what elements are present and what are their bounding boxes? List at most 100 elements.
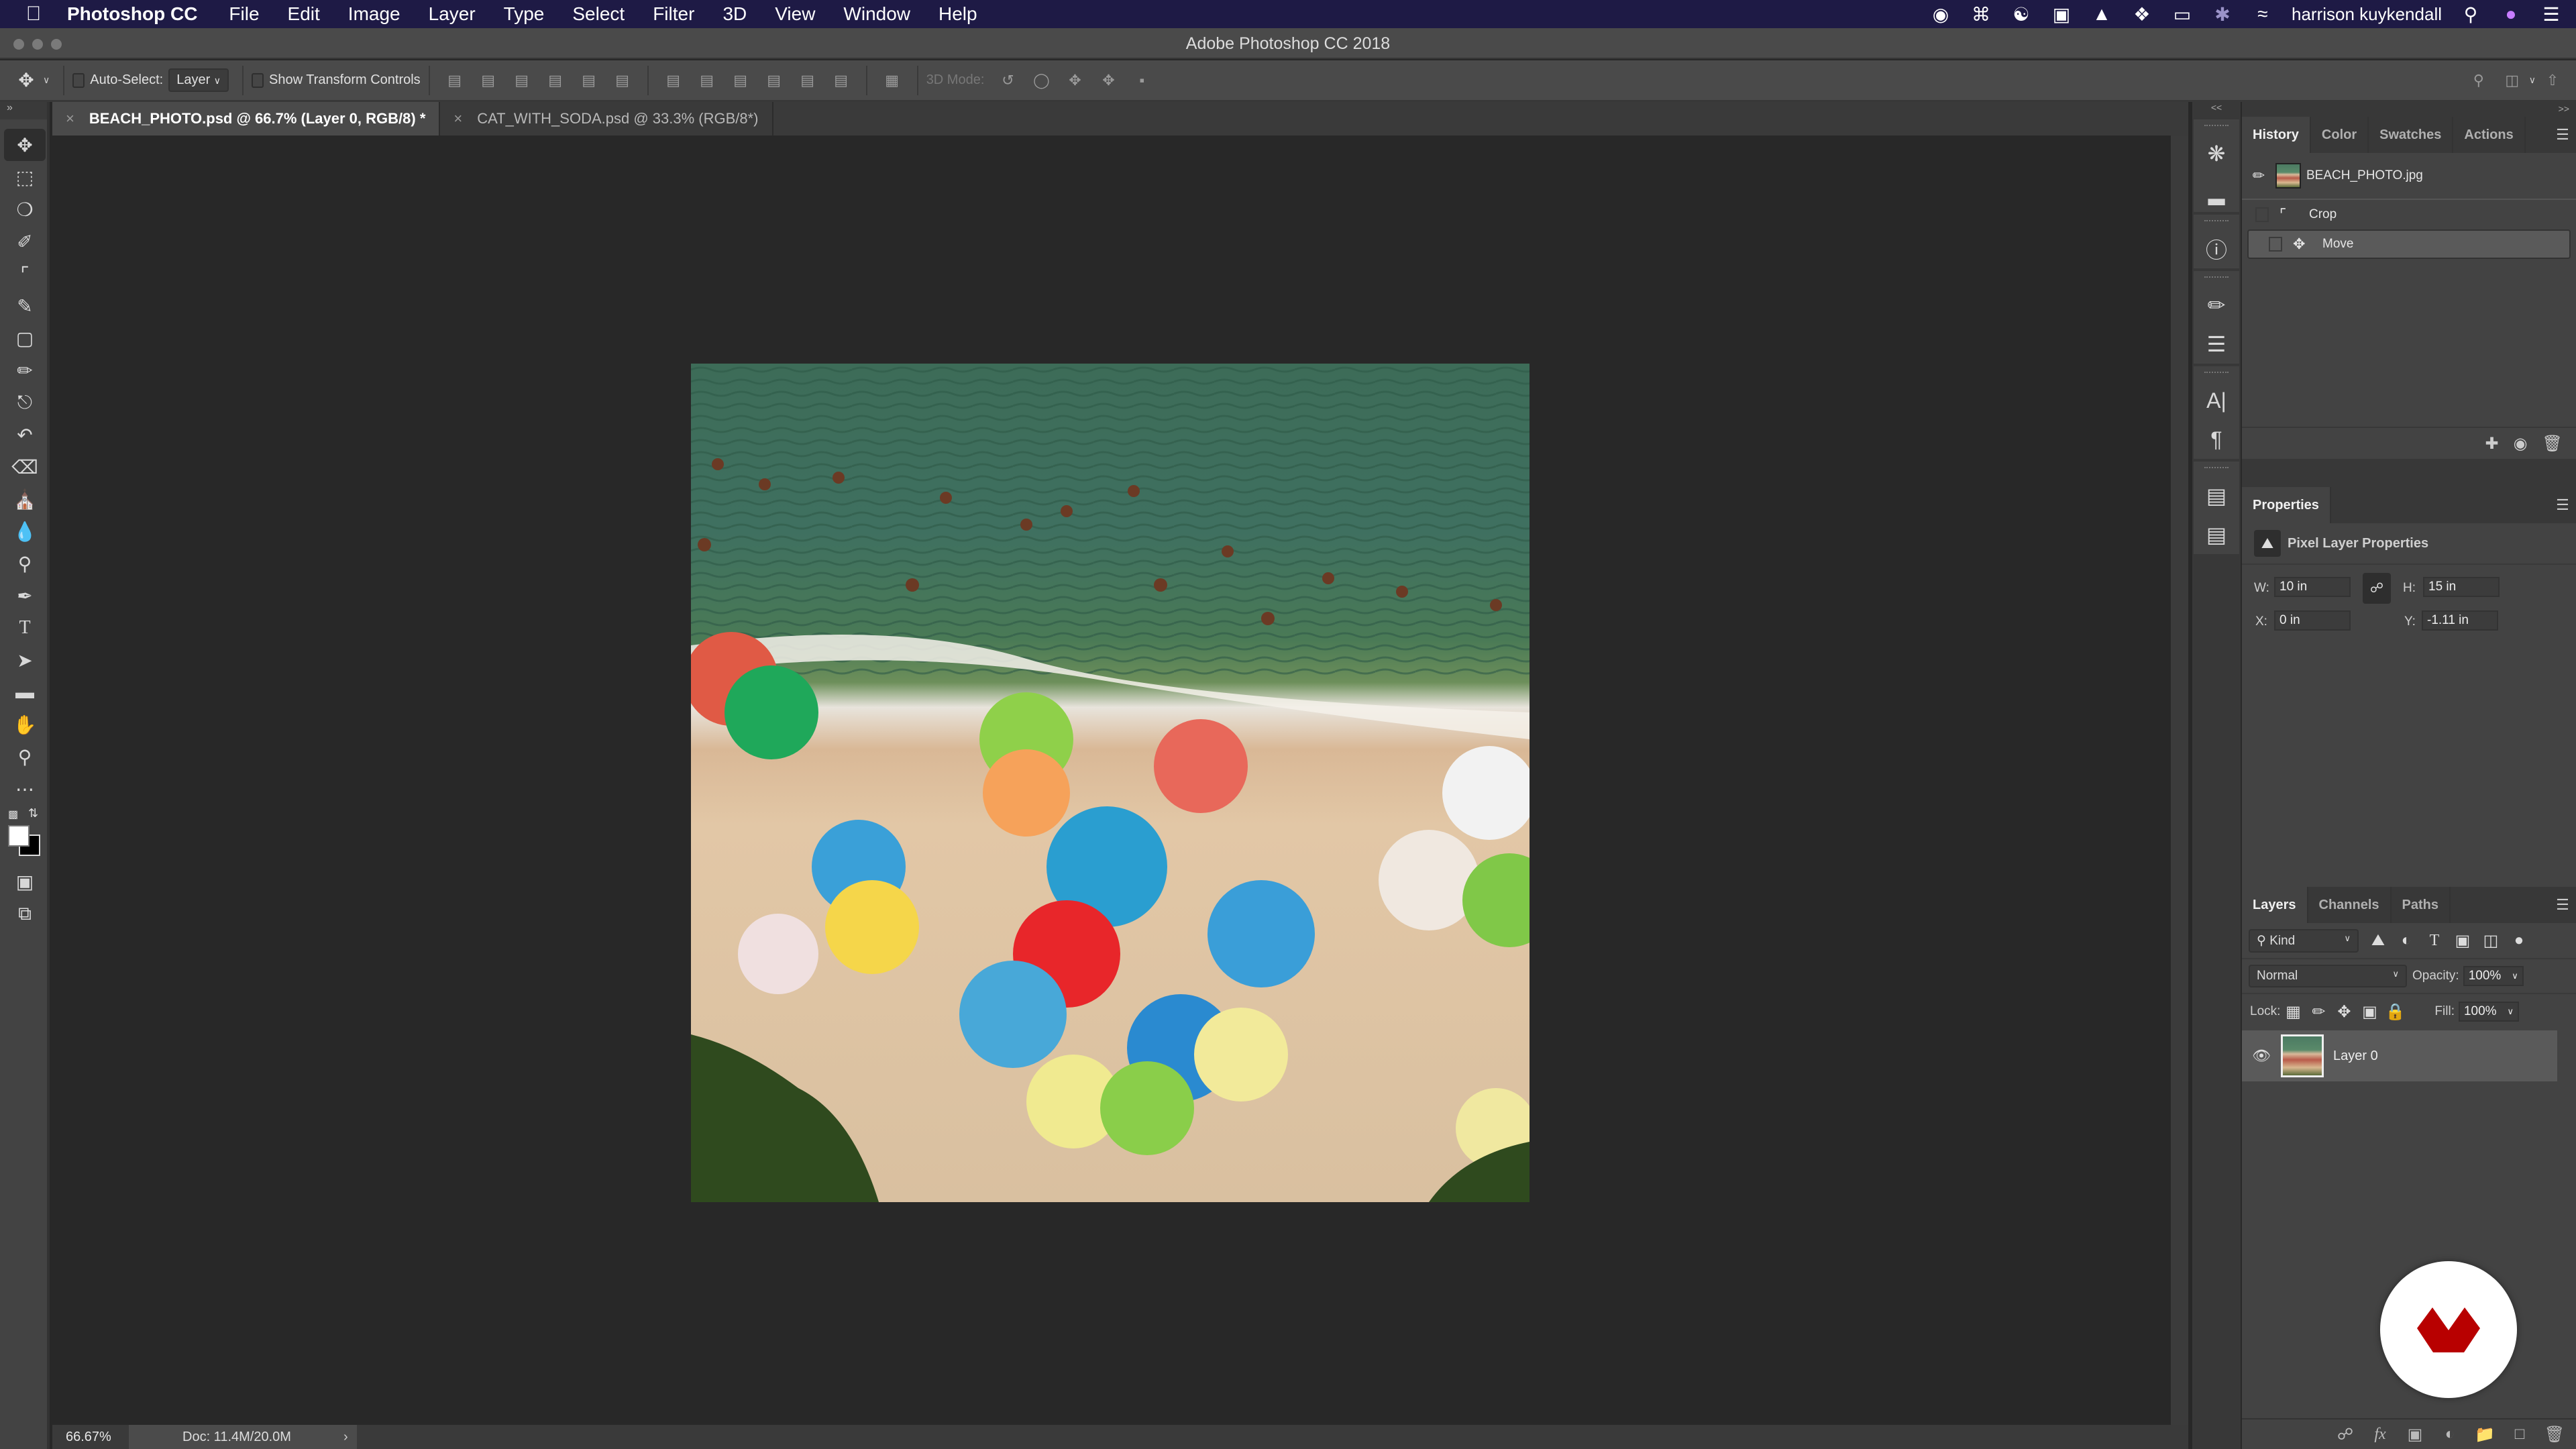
delete-state-icon[interactable]: 🗑 [2542, 434, 2563, 453]
tab-actions[interactable]: Actions [2453, 117, 2526, 153]
record-icon[interactable]: ◉ [1929, 3, 1952, 25]
rectangle-tool[interactable]: ▬ [4, 676, 46, 708]
wifi-icon[interactable]: ≈ [2251, 3, 2274, 25]
grip-handle[interactable] [2204, 276, 2229, 282]
lock-position-icon[interactable]: ✥ [2331, 1002, 2357, 1022]
align-vertical-centers-icon[interactable]: ▤ [472, 72, 505, 89]
airplay-icon[interactable]: ▭ [2171, 3, 2194, 25]
close-tab-icon[interactable]: × [453, 110, 462, 127]
default-colors-icon[interactable]: ▩ [8, 808, 18, 821]
swap-colors-icon[interactable]: ⇅ [28, 806, 38, 820]
menu-image[interactable]: Image [334, 3, 415, 25]
distribute-horizontal-centers-icon[interactable]: ▤ [791, 72, 824, 89]
status-menu-arrow[interactable]: › [343, 1430, 348, 1445]
brush-presets-icon[interactable]: ✏ [2194, 286, 2239, 325]
display-icon[interactable]: ▣ [2050, 3, 2073, 25]
auto-select-dropdown[interactable]: Layer ∨ [168, 68, 229, 92]
blur-tool[interactable]: 💧 [4, 515, 46, 547]
link-dimensions-icon[interactable]: ☍ [2363, 573, 2391, 604]
type-tool[interactable]: T [4, 612, 46, 644]
align-horizontal-centers-icon[interactable]: ▤ [572, 72, 606, 89]
hand-tool[interactable]: ✋ [4, 708, 46, 741]
new-snapshot-icon[interactable]: ◉ [2514, 434, 2528, 453]
dodge-tool[interactable]: ⚲ [4, 547, 46, 580]
panel-menu-icon[interactable]: ☰ [2549, 887, 2576, 923]
history-snapshot[interactable]: ✏ BEACH_PHOTO.jpg [2242, 153, 2576, 200]
filter-kind-dropdown[interactable]: ⚲ Kind ∨ [2249, 928, 2359, 953]
delete-layer-icon[interactable]: 🗑 [2537, 1425, 2572, 1444]
menu-app-name[interactable]: Photoshop CC [67, 3, 215, 25]
creative-cloud-icon[interactable]: ☯ [2010, 3, 2033, 25]
tab-color[interactable]: Color [2311, 117, 2369, 153]
foreground-color-swatch[interactable] [8, 825, 30, 847]
canvas-scrollbar[interactable] [2171, 136, 2188, 1425]
filter-smart-objects-icon[interactable]: ◫ [2477, 931, 2505, 951]
paragraph-icon[interactable]: ¶ [2194, 420, 2239, 459]
clone-stamp-tool[interactable]: ⎋ [4, 386, 46, 419]
filter-toggle-switch[interactable]: ● [2505, 931, 2533, 950]
apple-icon[interactable]:  [0, 3, 67, 25]
distribute-top-icon[interactable]: ▤ [657, 72, 690, 89]
menu-3d[interactable]: 3D [708, 3, 761, 25]
eyedropper-tool[interactable]: ✎ [4, 290, 46, 322]
history-state-crop[interactable]: ⌜ Crop [2242, 200, 2576, 229]
distribute-right-icon[interactable]: ▤ [824, 72, 858, 89]
visibility-eye-icon[interactable]: 👁 [2242, 1047, 2281, 1065]
spotlight-search-icon[interactable]: ⚲ [2459, 3, 2482, 25]
filter-type-layers-icon[interactable]: T [2420, 932, 2449, 950]
grip-handle[interactable] [2204, 220, 2229, 225]
lasso-tool[interactable]: ❍ [4, 193, 46, 225]
edit-toolbar-button[interactable]: ⋯ [4, 773, 46, 805]
link-layers-icon[interactable]: ☍ [2328, 1425, 2363, 1444]
layer-row-layer-0[interactable]: 👁 Layer 0 [2242, 1030, 2557, 1081]
menu-layer[interactable]: Layer [415, 3, 490, 25]
menu-type[interactable]: Type [490, 3, 559, 25]
minimize-window-button[interactable] [32, 39, 43, 50]
add-mask-icon[interactable]: ▣ [2398, 1425, 2432, 1444]
scale-3d-icon[interactable]: ▪ [1125, 72, 1159, 89]
blend-mode-dropdown[interactable]: Normal ∨ [2249, 965, 2407, 987]
lock-image-pixels-icon[interactable]: ✏ [2306, 1002, 2331, 1022]
filter-shape-layers-icon[interactable]: ▣ [2449, 931, 2477, 951]
roll-3d-icon[interactable]: ◯ [1024, 72, 1058, 89]
x-input[interactable]: 0 in [2274, 610, 2351, 631]
orbit-3d-icon[interactable]: ↺ [991, 72, 1024, 89]
close-tab-icon[interactable]: × [66, 110, 74, 127]
opacity-input[interactable]: 100% ∨ [2463, 966, 2524, 986]
tab-beach-photo[interactable]: × BEACH_PHOTO.psd @ 66.7% (Layer 0, RGB/… [52, 102, 441, 136]
quick-selection-tool[interactable]: ✐ [4, 225, 46, 258]
history-brush-tool[interactable]: ↶ [4, 419, 46, 451]
distribute-vertical-centers-icon[interactable]: ▤ [690, 72, 724, 89]
brush-tool[interactable]: ✏ [4, 354, 46, 386]
path-selection-tool[interactable]: ➤ [4, 644, 46, 676]
history-source-checkbox[interactable] [2255, 207, 2269, 222]
search-icon[interactable]: ⚲ [2462, 72, 2496, 89]
distribute-left-icon[interactable]: ▤ [757, 72, 791, 89]
close-window-button[interactable] [13, 39, 24, 50]
screen-mode-icon[interactable]: ⧉ [4, 898, 46, 930]
menu-edit[interactable]: Edit [274, 3, 334, 25]
brush-settings-icon[interactable]: ☰ [2194, 325, 2239, 364]
bluetooth-icon[interactable]: ✱ [2211, 3, 2234, 25]
chevron-down-icon[interactable]: ∨ [2529, 74, 2536, 86]
menu-filter[interactable]: Filter [639, 3, 708, 25]
tab-swatches[interactable]: Swatches [2369, 117, 2454, 153]
filter-pixel-layers-icon[interactable]: ⛰ [2364, 931, 2392, 950]
show-transform-controls-checkbox[interactable] [252, 72, 264, 88]
menu-help[interactable]: Help [924, 3, 991, 25]
collapse-panels-button[interactable]: >> [2559, 103, 2569, 114]
user-name[interactable]: harrison kuykendall [2292, 4, 2442, 25]
tab-properties[interactable]: Properties [2242, 487, 2331, 523]
lock-all-icon[interactable]: 🔒 [2382, 1002, 2408, 1022]
zoom-tool[interactable]: ⚲ [4, 741, 46, 773]
notes-icon[interactable]: ▤ [2194, 515, 2239, 554]
eraser-tool[interactable]: ⌫ [4, 451, 46, 483]
auto-select-checkbox[interactable] [72, 72, 85, 88]
panel-menu-icon[interactable]: ☰ [2549, 117, 2576, 153]
chevron-down-icon[interactable]: ∨ [43, 74, 50, 86]
info-icon[interactable]: ⓘ [2194, 229, 2239, 268]
notification-center-icon[interactable]: ☰ [2540, 3, 2563, 25]
rectangular-marquee-tool[interactable]: ⬚ [4, 161, 46, 193]
tab-cat-with-soda[interactable]: × CAT_WITH_SODA.psd @ 33.3% (RGB/8*) [440, 102, 773, 136]
siri-icon[interactable]: ● [2500, 3, 2522, 25]
